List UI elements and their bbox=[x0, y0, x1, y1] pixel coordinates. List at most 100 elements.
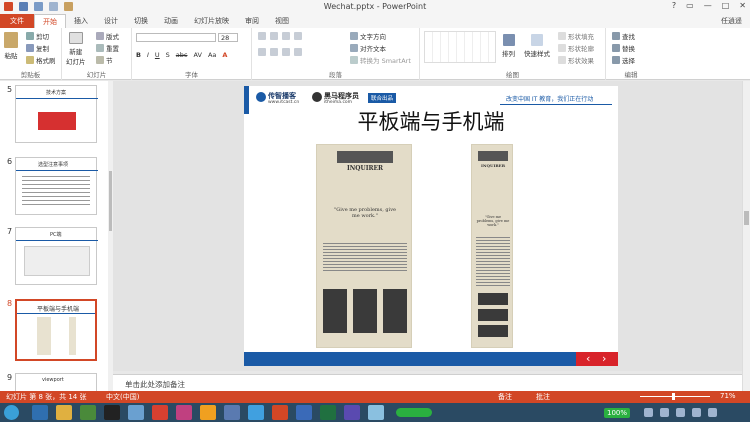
app-icon[interactable] bbox=[128, 405, 144, 420]
format-painter-button[interactable]: 格式刷 bbox=[26, 55, 56, 65]
thumbnail-graphic bbox=[37, 317, 51, 355]
zoom-level[interactable]: 71% bbox=[720, 392, 736, 400]
app-icon[interactable] bbox=[224, 405, 240, 420]
find-button[interactable]: 查找 bbox=[612, 31, 635, 41]
language-indicator[interactable]: 中文(中国) bbox=[106, 392, 139, 402]
tray-icon[interactable] bbox=[676, 408, 685, 417]
align-center-icon[interactable] bbox=[270, 48, 278, 56]
tab-design[interactable]: 设计 bbox=[96, 14, 126, 28]
zoom-badge[interactable]: 100% bbox=[604, 408, 631, 418]
ie-icon[interactable] bbox=[32, 405, 48, 420]
notes-placeholder[interactable]: 单击此处添加备注 bbox=[125, 379, 185, 390]
volume-icon[interactable] bbox=[692, 408, 701, 417]
help-button[interactable]: ? bbox=[672, 1, 676, 10]
cut-button[interactable]: 剪切 bbox=[26, 31, 49, 41]
scrollbar-thumb[interactable] bbox=[744, 211, 749, 225]
quick-styles-button[interactable]: 快速样式 bbox=[524, 34, 550, 58]
scrollbar-thumb[interactable] bbox=[109, 171, 112, 231]
case-button[interactable]: Aa bbox=[208, 51, 216, 59]
tab-view[interactable]: 视图 bbox=[267, 14, 297, 28]
tray-icon[interactable] bbox=[660, 408, 669, 417]
font-size-combo[interactable]: 28 bbox=[218, 33, 238, 42]
explorer-icon[interactable] bbox=[56, 405, 72, 420]
app-icon[interactable] bbox=[176, 405, 192, 420]
thumbnail-image-selected[interactable]: 平板端与手机端 bbox=[15, 299, 97, 361]
shapes-gallery[interactable] bbox=[424, 31, 496, 63]
align-left-icon[interactable] bbox=[258, 48, 266, 56]
tablet-mockup-image[interactable]: INQUIRER "Give me problems, give me work… bbox=[316, 144, 412, 348]
app-pill-icon[interactable] bbox=[396, 408, 432, 417]
shadow-button[interactable]: S bbox=[166, 51, 170, 59]
italic-button[interactable]: I bbox=[147, 51, 149, 59]
comments-toggle[interactable]: 批注 bbox=[536, 392, 550, 402]
arrange-button[interactable]: 排列 bbox=[502, 34, 515, 58]
indent-decrease-icon[interactable] bbox=[282, 32, 290, 40]
next-arrow-icon[interactable]: › bbox=[602, 352, 606, 365]
word-icon[interactable] bbox=[296, 405, 312, 420]
copy-button[interactable]: 复制 bbox=[26, 43, 49, 53]
reset-button[interactable]: 重置 bbox=[96, 43, 119, 53]
user-account[interactable]: 任逍遥 bbox=[721, 14, 742, 28]
tab-review[interactable]: 审阅 bbox=[237, 14, 267, 28]
tab-file[interactable]: 文件 bbox=[0, 14, 34, 28]
justify-icon[interactable] bbox=[294, 48, 302, 56]
new-slide-button[interactable]: 新建 幻灯片 bbox=[66, 32, 86, 66]
shape-fill-button[interactable]: 形状填充 bbox=[558, 31, 594, 41]
powerpoint-icon[interactable] bbox=[272, 405, 288, 420]
prev-arrow-icon[interactable]: ‹ bbox=[586, 352, 590, 365]
notes-pane[interactable]: 单击此处添加备注 bbox=[113, 374, 742, 391]
phone-mockup-image[interactable]: INQUIRER "Give me problems, give me work… bbox=[471, 144, 513, 348]
close-button[interactable]: ✕ bbox=[739, 1, 746, 10]
scissors-icon bbox=[26, 32, 34, 40]
excel-icon[interactable] bbox=[320, 405, 336, 420]
notes-toggle[interactable]: 备注 bbox=[498, 392, 512, 402]
thumbnail-image[interactable]: PC端 bbox=[15, 227, 98, 285]
strikethrough-button[interactable]: abc bbox=[176, 51, 188, 59]
tab-transitions[interactable]: 切换 bbox=[126, 14, 156, 28]
layout-button[interactable]: 版式 bbox=[96, 31, 119, 41]
zoom-slider-thumb[interactable] bbox=[672, 393, 675, 400]
smartart-button[interactable]: 转换为 SmartArt bbox=[350, 55, 411, 65]
tab-slideshow[interactable]: 幻灯片放映 bbox=[186, 14, 237, 28]
slide[interactable]: 传智播客 www.itcast.cn 黑马程序员 itheima.com 联合出… bbox=[244, 86, 618, 366]
align-right-icon[interactable] bbox=[282, 48, 290, 56]
slide-scrollbar[interactable] bbox=[742, 81, 750, 391]
chrome-icon[interactable] bbox=[200, 405, 216, 420]
shape-effects-button[interactable]: 形状效果 bbox=[558, 55, 594, 65]
spacing-button[interactable]: AV bbox=[193, 51, 201, 59]
shape-outline-button[interactable]: 形状轮廓 bbox=[558, 43, 594, 53]
tab-animations[interactable]: 动画 bbox=[156, 14, 186, 28]
maximize-button[interactable]: □ bbox=[722, 1, 730, 10]
ribbon-display-button[interactable]: ▭ bbox=[686, 1, 694, 10]
app-icon[interactable] bbox=[152, 405, 168, 420]
slide-title[interactable]: 平板端与手机端 bbox=[244, 106, 618, 136]
zoom-slider[interactable] bbox=[640, 396, 710, 397]
indent-increase-icon[interactable] bbox=[294, 32, 302, 40]
thumbnail-image[interactable]: 技术方案 bbox=[15, 85, 98, 143]
replace-button[interactable]: 替换 bbox=[612, 43, 635, 53]
thumbnail-image[interactable]: viewport bbox=[15, 373, 97, 393]
tray-icon[interactable] bbox=[644, 408, 653, 417]
select-button[interactable]: 选择 bbox=[612, 55, 635, 65]
text-direction-button[interactable]: 文字方向 bbox=[350, 31, 386, 41]
terminal-icon[interactable] bbox=[104, 405, 120, 420]
font-color-button[interactable]: A bbox=[222, 51, 227, 59]
paste-button[interactable]: 粘贴 bbox=[4, 32, 18, 60]
underline-button[interactable]: U bbox=[155, 51, 160, 59]
app-icon[interactable] bbox=[368, 405, 384, 420]
network-icon[interactable] bbox=[708, 408, 717, 417]
section-button[interactable]: 节 bbox=[96, 55, 113, 65]
bullets-icon[interactable] bbox=[258, 32, 266, 40]
tab-insert[interactable]: 插入 bbox=[66, 14, 96, 28]
minimize-button[interactable]: — bbox=[704, 1, 712, 10]
font-name-combo[interactable] bbox=[136, 33, 216, 42]
app-icon[interactable] bbox=[248, 405, 264, 420]
tab-home[interactable]: 开始 bbox=[34, 14, 66, 28]
app-icon[interactable] bbox=[344, 405, 360, 420]
bold-button[interactable]: B bbox=[136, 51, 141, 59]
align-text-button[interactable]: 对齐文本 bbox=[350, 43, 386, 53]
numbering-icon[interactable] bbox=[270, 32, 278, 40]
start-button-icon[interactable] bbox=[4, 405, 19, 420]
app-icon[interactable] bbox=[80, 405, 96, 420]
thumbnail-image[interactable]: 选型注意事项 bbox=[15, 157, 98, 215]
